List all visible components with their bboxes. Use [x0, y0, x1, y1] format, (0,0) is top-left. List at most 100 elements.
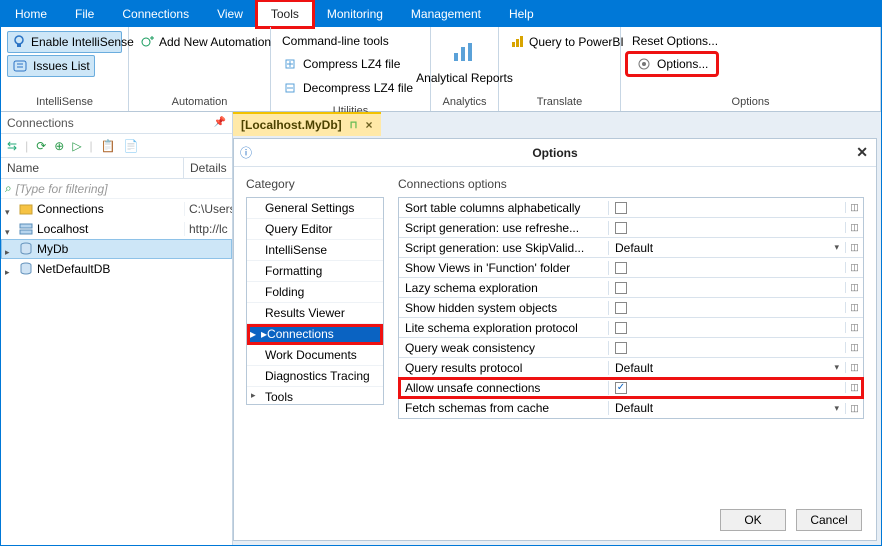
info-icon[interactable]: ⓘ	[240, 144, 252, 161]
options-dialog: ⓘ Options ✕ Category General Settings Qu…	[233, 138, 877, 541]
gear-plus-icon	[140, 34, 154, 50]
chart-icon	[450, 37, 480, 67]
compress-label: Compress LZ4 file	[303, 57, 400, 71]
opt-name: Lite schema exploration protocol	[399, 321, 609, 335]
issues-list-label: Issues List	[33, 59, 90, 73]
checkbox-icon[interactable]	[615, 342, 627, 354]
menu-monitoring[interactable]: Monitoring	[313, 1, 397, 27]
tool-icon[interactable]: ⇆	[7, 139, 17, 153]
cat-general[interactable]: General Settings	[247, 198, 383, 219]
cmdline-tools-button[interactable]: Command-line tools	[277, 31, 424, 51]
dialog-close-button[interactable]: ✕	[856, 144, 868, 161]
checkbox-icon[interactable]	[615, 222, 627, 234]
enable-intellisense-button[interactable]: Enable IntelliSense	[7, 31, 122, 53]
opt-show-views[interactable]: Show Views in 'Function' folder◫	[399, 258, 863, 278]
panel-title: Connections	[7, 116, 74, 130]
tree-mydb[interactable]: MyDb	[1, 239, 232, 259]
col-details[interactable]: Details	[184, 158, 232, 178]
options-button[interactable]: Options...	[627, 53, 717, 75]
tree-localhost[interactable]: Localhost http://lc	[1, 219, 232, 239]
checkbox-icon[interactable]	[615, 322, 627, 334]
menu-file[interactable]: File	[61, 1, 108, 27]
issues-list-button[interactable]: Issues List	[7, 55, 95, 77]
opt-script-skipvalid[interactable]: Script generation: use SkipValid...Defau…	[399, 238, 863, 258]
cat-formatting[interactable]: Formatting	[247, 261, 383, 282]
chevron-down-icon[interactable]: ▾	[834, 362, 839, 373]
menu-management[interactable]: Management	[397, 1, 495, 27]
refresh-icon[interactable]: ⟳	[36, 139, 46, 153]
opt-name: Script generation: use SkipValid...	[399, 241, 609, 255]
menubar: Home File Connections View Tools Monitor…	[1, 1, 881, 27]
opt-fetch-cache[interactable]: Fetch schemas from cacheDefault▾◫	[399, 398, 863, 418]
ok-button[interactable]: OK	[720, 509, 786, 531]
menu-view[interactable]: View	[203, 1, 257, 27]
checkbox-icon[interactable]	[615, 302, 627, 314]
decompress-lz4-button[interactable]: Decompress LZ4 file	[277, 77, 424, 99]
server-icon	[19, 222, 33, 236]
opt-value: Default	[615, 401, 653, 415]
menu-home[interactable]: Home	[1, 1, 61, 27]
opt-show-hidden[interactable]: Show hidden system objects◫	[399, 298, 863, 318]
tab-label: [Localhost.MyDb]	[241, 118, 342, 132]
clipboard-icon[interactable]: 📋	[101, 139, 116, 153]
panel-toolbar: ⇆ | ⟳ ⊕ ▷ | 📋 📄	[1, 134, 232, 158]
checkbox-icon[interactable]	[615, 282, 627, 294]
paste-icon[interactable]: 📄	[124, 139, 139, 153]
cat-query-editor[interactable]: Query Editor	[247, 219, 383, 240]
gear-icon	[636, 56, 652, 72]
cat-connections[interactable]: ▸Connections	[247, 324, 383, 345]
tree-root-detail: C:\Users	[184, 202, 232, 216]
opt-sort-columns[interactable]: Sort table columns alphabetically◫	[399, 198, 863, 218]
pin-icon[interactable]: 📌	[214, 117, 226, 128]
reset-options-button[interactable]: Reset Options...	[627, 31, 874, 51]
menu-connections[interactable]: Connections	[108, 1, 203, 27]
db-play-icon[interactable]: ▷	[72, 139, 81, 153]
cat-work-documents[interactable]: Work Documents	[247, 345, 383, 366]
cat-intellisense[interactable]: IntelliSense	[247, 240, 383, 261]
cat-diag-tracing[interactable]: Diagnostics Tracing	[247, 366, 383, 387]
opt-script-refresh[interactable]: Script generation: use refreshe...◫	[399, 218, 863, 238]
cat-tools[interactable]: Tools	[247, 387, 273, 397]
opt-weak-consistency[interactable]: Query weak consistency◫	[399, 338, 863, 358]
cat-folding[interactable]: Folding	[247, 282, 383, 303]
col-name[interactable]: Name	[1, 158, 184, 178]
checkbox-icon[interactable]	[615, 262, 627, 274]
group-intellisense-label: IntelliSense	[1, 94, 128, 111]
query-powerbi-button[interactable]: Query to PowerBI	[505, 31, 614, 53]
tree-netdefault-label: NetDefaultDB	[37, 262, 110, 276]
opt-name: Query weak consistency	[399, 341, 609, 355]
tab-close-icon[interactable]: ×	[365, 118, 372, 132]
add-automation-button[interactable]: Add New Automation	[135, 31, 264, 53]
opt-name: Script generation: use refreshe...	[399, 221, 609, 235]
compress-lz4-button[interactable]: Compress LZ4 file	[277, 53, 424, 75]
cmdline-label: Command-line tools	[282, 34, 389, 48]
menu-tools[interactable]: Tools	[257, 1, 313, 27]
connections-tree: Connections C:\Users Localhost http://lc…	[1, 199, 232, 545]
opt-name: Allow unsafe connections	[399, 381, 609, 395]
menu-help[interactable]: Help	[495, 1, 548, 27]
options-section-label: Connections options	[398, 177, 864, 191]
cancel-button[interactable]: Cancel	[796, 509, 862, 531]
filter-row[interactable]: ⌕ [Type for filtering]	[1, 179, 232, 199]
tree-netdefault[interactable]: NetDefaultDB	[1, 259, 232, 279]
opt-results-protocol[interactable]: Query results protocolDefault▾◫	[399, 358, 863, 378]
options-grid: Sort table columns alphabetically◫ Scrip…	[398, 197, 864, 419]
opt-name: Fetch schemas from cache	[399, 401, 609, 415]
decompress-icon	[282, 80, 298, 96]
chevron-down-icon[interactable]: ▾	[834, 403, 839, 414]
opt-value: Default	[615, 361, 653, 375]
tab-pin-icon[interactable]: ⊓	[350, 120, 358, 131]
opt-name: Show Views in 'Function' folder	[399, 261, 609, 275]
opt-lite-schema[interactable]: Lite schema exploration protocol◫	[399, 318, 863, 338]
opt-allow-unsafe[interactable]: Allow unsafe connections◫	[399, 378, 863, 398]
tree-root-label: Connections	[37, 202, 104, 216]
group-automation-label: Automation	[129, 94, 270, 111]
cat-results-viewer[interactable]: Results Viewer	[247, 303, 383, 324]
tree-root[interactable]: Connections C:\Users	[1, 199, 232, 219]
chevron-down-icon[interactable]: ▾	[834, 242, 839, 253]
opt-lazy-schema[interactable]: Lazy schema exploration◫	[399, 278, 863, 298]
db-add-icon[interactable]: ⊕	[54, 139, 64, 153]
checkbox-icon[interactable]	[615, 202, 627, 214]
tab-localhost-mydb[interactable]: [Localhost.MyDb] ⊓ ×	[233, 112, 381, 136]
checkbox-icon[interactable]	[615, 382, 627, 394]
